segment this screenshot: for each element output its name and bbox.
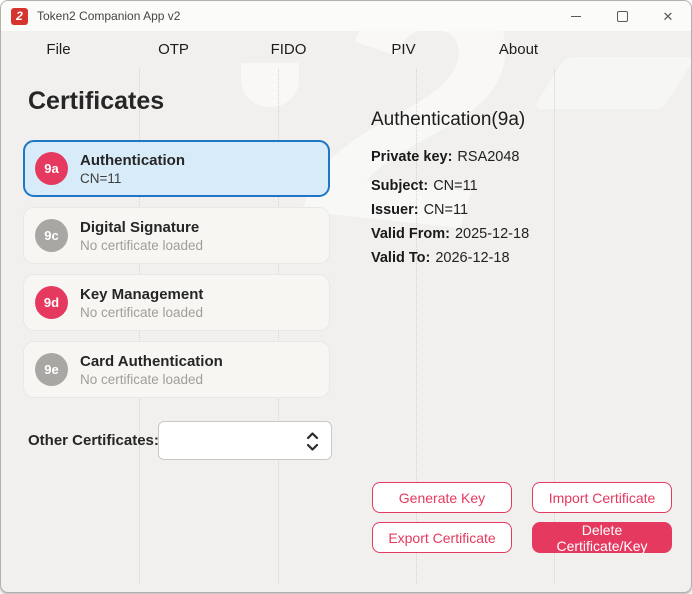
app-icon: 2 xyxy=(11,7,28,25)
details-heading: Authentication(9a) xyxy=(371,109,526,130)
field-label: Valid To: xyxy=(371,250,431,266)
maximize-icon xyxy=(616,10,628,22)
field-label: Issuer: xyxy=(371,202,419,218)
field-value: 2026-12-18 xyxy=(435,250,510,266)
field-label: Valid From: xyxy=(371,226,450,242)
slot-authentication-9a[interactable]: 9a Authentication CN=11 xyxy=(23,140,330,197)
details-panel: Private key: RSA2048 Subject: CN=11 Issuer… xyxy=(371,149,529,274)
certificate-slot-list: 9a Authentication CN=11 9c Digital Signa… xyxy=(23,140,330,408)
slot-card-authentication-9e[interactable]: 9e Card Authentication No certificate lo… xyxy=(23,341,330,398)
slot-title: Card Authentication xyxy=(80,352,223,370)
close-button[interactable]: ✕ xyxy=(645,1,691,31)
field-private-key: Private key: RSA2048 xyxy=(371,149,529,166)
slot-text: Authentication CN=11 xyxy=(80,151,185,187)
menu-item-about[interactable]: About xyxy=(461,31,576,69)
slot-title: Key Management xyxy=(80,285,204,303)
app-icon-glyph: 2 xyxy=(16,9,23,23)
slot-subtitle: CN=11 xyxy=(80,170,122,186)
field-subject: Subject: CN=11 xyxy=(371,178,529,195)
minimize-icon xyxy=(571,15,581,17)
export-certificate-button[interactable]: Export Certificate xyxy=(372,522,512,553)
menu-bar: File OTP FIDO PIV About xyxy=(1,31,576,69)
menu-item-piv[interactable]: PIV xyxy=(346,31,461,69)
field-valid-from: Valid From: 2025-12-18 xyxy=(371,226,529,243)
slot-key-management-9d[interactable]: 9d Key Management No certificate loaded xyxy=(23,274,330,331)
slot-text: Card Authentication No certificate loade… xyxy=(80,352,223,388)
slot-title: Digital Signature xyxy=(80,218,200,236)
maximize-button[interactable] xyxy=(599,1,645,31)
slot-badge-9a: 9a xyxy=(35,152,68,185)
generate-key-button[interactable]: Generate Key xyxy=(372,482,512,513)
slot-text: Key Management No certificate loaded xyxy=(80,285,203,321)
watermark-blob xyxy=(241,63,299,107)
field-value: CN=11 xyxy=(433,178,478,194)
other-certificates-label: Other Certificates: xyxy=(28,432,159,449)
slot-subtitle: No certificate loaded xyxy=(80,304,204,320)
titlebar: 2 Token2 Companion App v2 ✕ xyxy=(1,1,691,31)
close-icon: ✕ xyxy=(662,8,674,24)
combobox-updown-icon xyxy=(306,432,319,451)
field-value: 2025-12-18 xyxy=(454,226,530,242)
slot-badge-9d: 9d xyxy=(35,286,68,319)
window-title: Token2 Companion App v2 xyxy=(37,9,181,23)
page-title: Certificates xyxy=(28,87,165,115)
other-certificates-select[interactable] xyxy=(158,421,332,460)
field-label: Private key: xyxy=(371,149,453,165)
menu-item-fido[interactable]: FIDO xyxy=(231,31,346,69)
field-valid-to: Valid To: 2026-12-18 xyxy=(371,250,529,267)
slot-badge-9e: 9e xyxy=(35,353,68,386)
field-value: RSA2048 xyxy=(457,149,520,165)
app-window: 2 2 Token2 Companion App v2 ✕ File OTP F xyxy=(0,0,692,593)
import-certificate-button[interactable]: Import Certificate xyxy=(532,482,672,513)
menu-item-otp[interactable]: OTP xyxy=(116,31,231,69)
slot-subtitle: No certificate loaded xyxy=(80,237,204,253)
slot-title: Authentication xyxy=(80,151,185,169)
slot-digital-signature-9c[interactable]: 9c Digital Signature No certificate load… xyxy=(23,207,330,264)
menu-item-file[interactable]: File xyxy=(1,31,116,69)
delete-certificate-key-button[interactable]: Delete Certificate/Key xyxy=(532,522,672,554)
field-value: CN=11 xyxy=(423,202,469,218)
slot-text: Digital Signature No certificate loaded xyxy=(80,218,203,254)
field-issuer: Issuer: CN=11 xyxy=(371,202,529,219)
field-label: Subject: xyxy=(371,178,429,194)
slot-badge-9c: 9c xyxy=(35,219,68,252)
minimize-button[interactable] xyxy=(553,1,599,31)
slot-subtitle: No certificate loaded xyxy=(80,371,204,387)
window-controls: ✕ xyxy=(553,1,691,31)
